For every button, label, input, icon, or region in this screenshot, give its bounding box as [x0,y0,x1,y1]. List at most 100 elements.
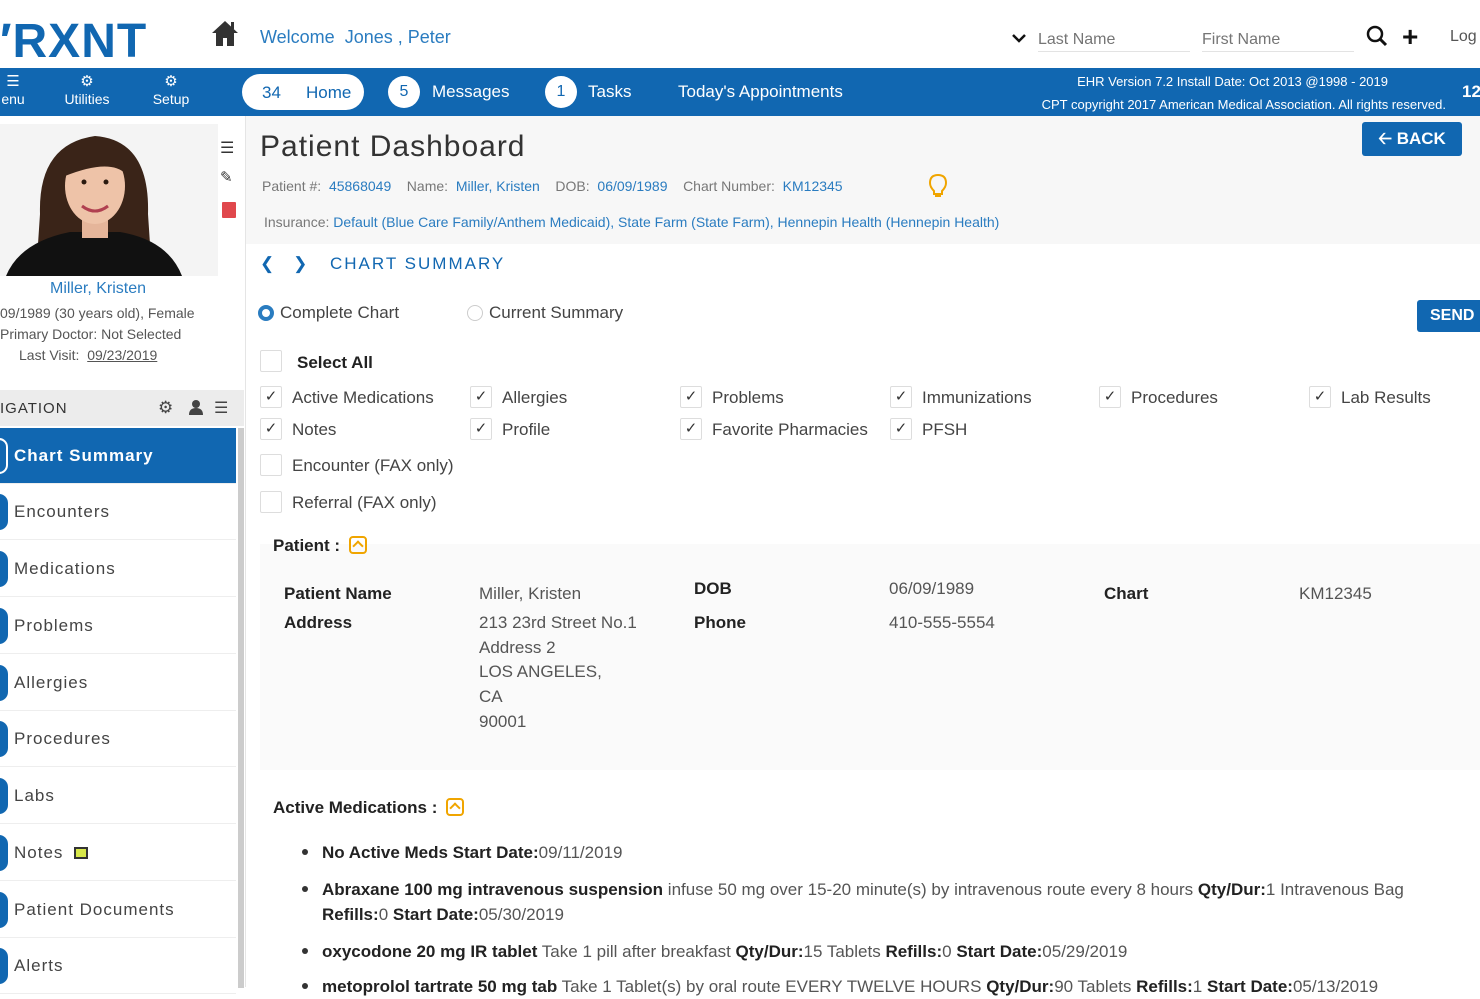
setup-button[interactable]: ⚙ Setup [148,74,194,108]
phone-label: Phone [694,613,746,632]
sidebar-dob-line: 09/1989 (30 years old), Female [0,305,195,321]
collapse-icon[interactable] [446,798,465,816]
option-label[interactable]: PFSH [922,420,967,440]
address-label: Address [284,613,353,632]
option-checkbox[interactable]: ✓ [890,386,912,408]
option-label[interactable]: Problems [712,388,784,408]
add-patient-icon[interactable]: + [1402,23,1418,51]
sidebar-patient-name[interactable]: Miller, Kristen [0,280,196,298]
option-label[interactable]: Favorite Pharmacies [712,420,868,440]
option-label[interactable]: Referral (FAX only) [292,493,437,513]
option-label[interactable]: Lab Results [1341,388,1431,408]
menu-icon: ☰ [6,73,20,90]
chart-value: KM12345 [1299,584,1372,603]
option-checkbox[interactable]: ✓ [1099,386,1121,408]
sidebar-item-allergies[interactable]: Allergies [0,655,236,711]
back-button[interactable]: 🡠 BACK [1362,122,1462,156]
messages-count-badge[interactable]: 5 [388,76,420,108]
address-line: 90001 [479,712,527,731]
edit-icon[interactable]: ✎ [220,168,240,202]
sidebar-item-procedures[interactable]: Procedures [0,711,236,767]
option-checkbox[interactable]: ✓ [470,386,492,408]
option-label[interactable]: Immunizations [922,388,1032,408]
current-summary-label[interactable]: Current Summary [489,303,623,323]
insurance-line: Insurance: Default (Blue Care Family/Ant… [264,214,1000,230]
option-checkbox[interactable]: ✓ [1309,386,1331,408]
nav-bullet-icon [0,494,8,530]
section-title: CHART SUMMARY [330,254,506,273]
send-button[interactable]: SEND [1417,300,1480,332]
option-label[interactable]: Allergies [502,388,567,408]
arrow-left-icon: 🡠 [1378,129,1392,148]
home-button[interactable]: 34 Home [242,74,364,110]
nav-bullet-icon [0,892,8,928]
option-checkbox[interactable]: ✓ [470,418,492,440]
first-name-input[interactable] [1202,28,1354,52]
gear-icon: ⚙ [80,73,94,90]
sidebar-item-chart-summary[interactable]: Chart Summary [0,428,236,484]
chevron-right-icon[interactable]: ❯ [293,254,307,273]
trash-icon[interactable] [222,202,236,218]
complete-chart-radio[interactable] [258,305,274,321]
lightbulb-icon[interactable] [928,173,948,199]
option-checkbox[interactable]: ✓ [260,418,282,440]
utilities-button[interactable]: ⚙ Utilities [58,73,116,108]
nav-bullet-icon [0,778,8,814]
option-checkbox[interactable]: ✓ [680,386,702,408]
home-count: 34 [262,83,281,102]
select-all-label[interactable]: Select All [297,353,373,373]
home-icon[interactable] [210,18,240,48]
medication-item: Abraxane 100 mg intravenous suspension i… [322,880,1404,924]
patient-name-label: Patient Name [284,584,392,603]
list-icon[interactable]: ☰ [220,138,240,168]
option-checkbox[interactable] [260,491,282,513]
appointments-link[interactable]: Today's Appointments [678,82,843,102]
sidebar-item-encounters[interactable]: Encounters [0,484,236,540]
option-checkbox[interactable] [260,454,282,476]
bullet [302,948,308,954]
sidebar-item-alerts[interactable]: Alerts [0,938,236,994]
option-checkbox[interactable]: ✓ [890,418,912,440]
patient-meta-line: Patient #: 45868049 Name: Miller, Kriste… [262,178,843,194]
option-checkbox[interactable]: ✓ [680,418,702,440]
collapse-icon[interactable] [348,536,367,554]
option-label[interactable]: Encounter (FAX only) [292,456,454,476]
sidebar-item-medications[interactable]: Medications [0,541,236,597]
tasks-link[interactable]: Tasks [588,82,631,102]
sidebar-item-labs[interactable]: Labs [0,768,236,824]
logout-link[interactable]: Log [1450,28,1477,46]
option-label[interactable]: Profile [502,420,550,440]
option-checkbox[interactable]: ✓ [260,386,282,408]
search-icon[interactable] [1366,25,1388,47]
tasks-count-badge[interactable]: 1 [545,76,577,108]
current-summary-radio[interactable] [467,305,483,321]
dashboard-header: Patient Dashboard 🡠 BACK Patient #: 4586… [246,116,1480,244]
complete-chart-label[interactable]: Complete Chart [280,303,399,323]
page-title: Patient Dashboard [260,130,526,163]
settings-icon[interactable]: ⚙ [158,398,173,418]
welcome-text: Welcome Jones , Peter [260,27,451,47]
option-label[interactable]: Procedures [1131,388,1218,408]
user-name[interactable]: Jones , Peter [345,27,451,47]
chevron-down-icon[interactable] [1010,29,1028,47]
menu-button[interactable]: ☰ enu [0,73,26,108]
patient-sidebar: ☰ ✎ Miller, Kristen 09/1989 (30 years ol… [0,116,246,994]
rxnt-logo[interactable]: ′RXNT [0,14,147,69]
patient-section-heading: Patient : [273,536,367,556]
chevron-left-icon[interactable]: ❮ [260,254,274,273]
select-all-checkbox[interactable] [260,350,282,372]
sidebar-item-patient-documents[interactable]: Patient Documents [0,882,236,938]
chart-nav-arrows: ❮ ❯ [260,254,307,274]
list-view-icon[interactable]: ☰ [214,398,228,418]
sidebar-scrollbar[interactable] [238,428,244,988]
option-label[interactable]: Notes [292,420,336,440]
nav-bullet-icon [0,948,8,984]
messages-link[interactable]: Messages [432,82,509,102]
nav-bullet-icon [0,608,8,644]
patient-section: Patient : Patient Name Miller, Kristen A… [260,536,1480,770]
sidebar-item-notes[interactable]: Notes [0,825,236,881]
sidebar-item-problems[interactable]: Problems [0,598,236,654]
user-icon[interactable] [188,399,204,415]
last-name-input[interactable] [1038,28,1190,52]
option-label[interactable]: Active Medications [292,388,434,408]
